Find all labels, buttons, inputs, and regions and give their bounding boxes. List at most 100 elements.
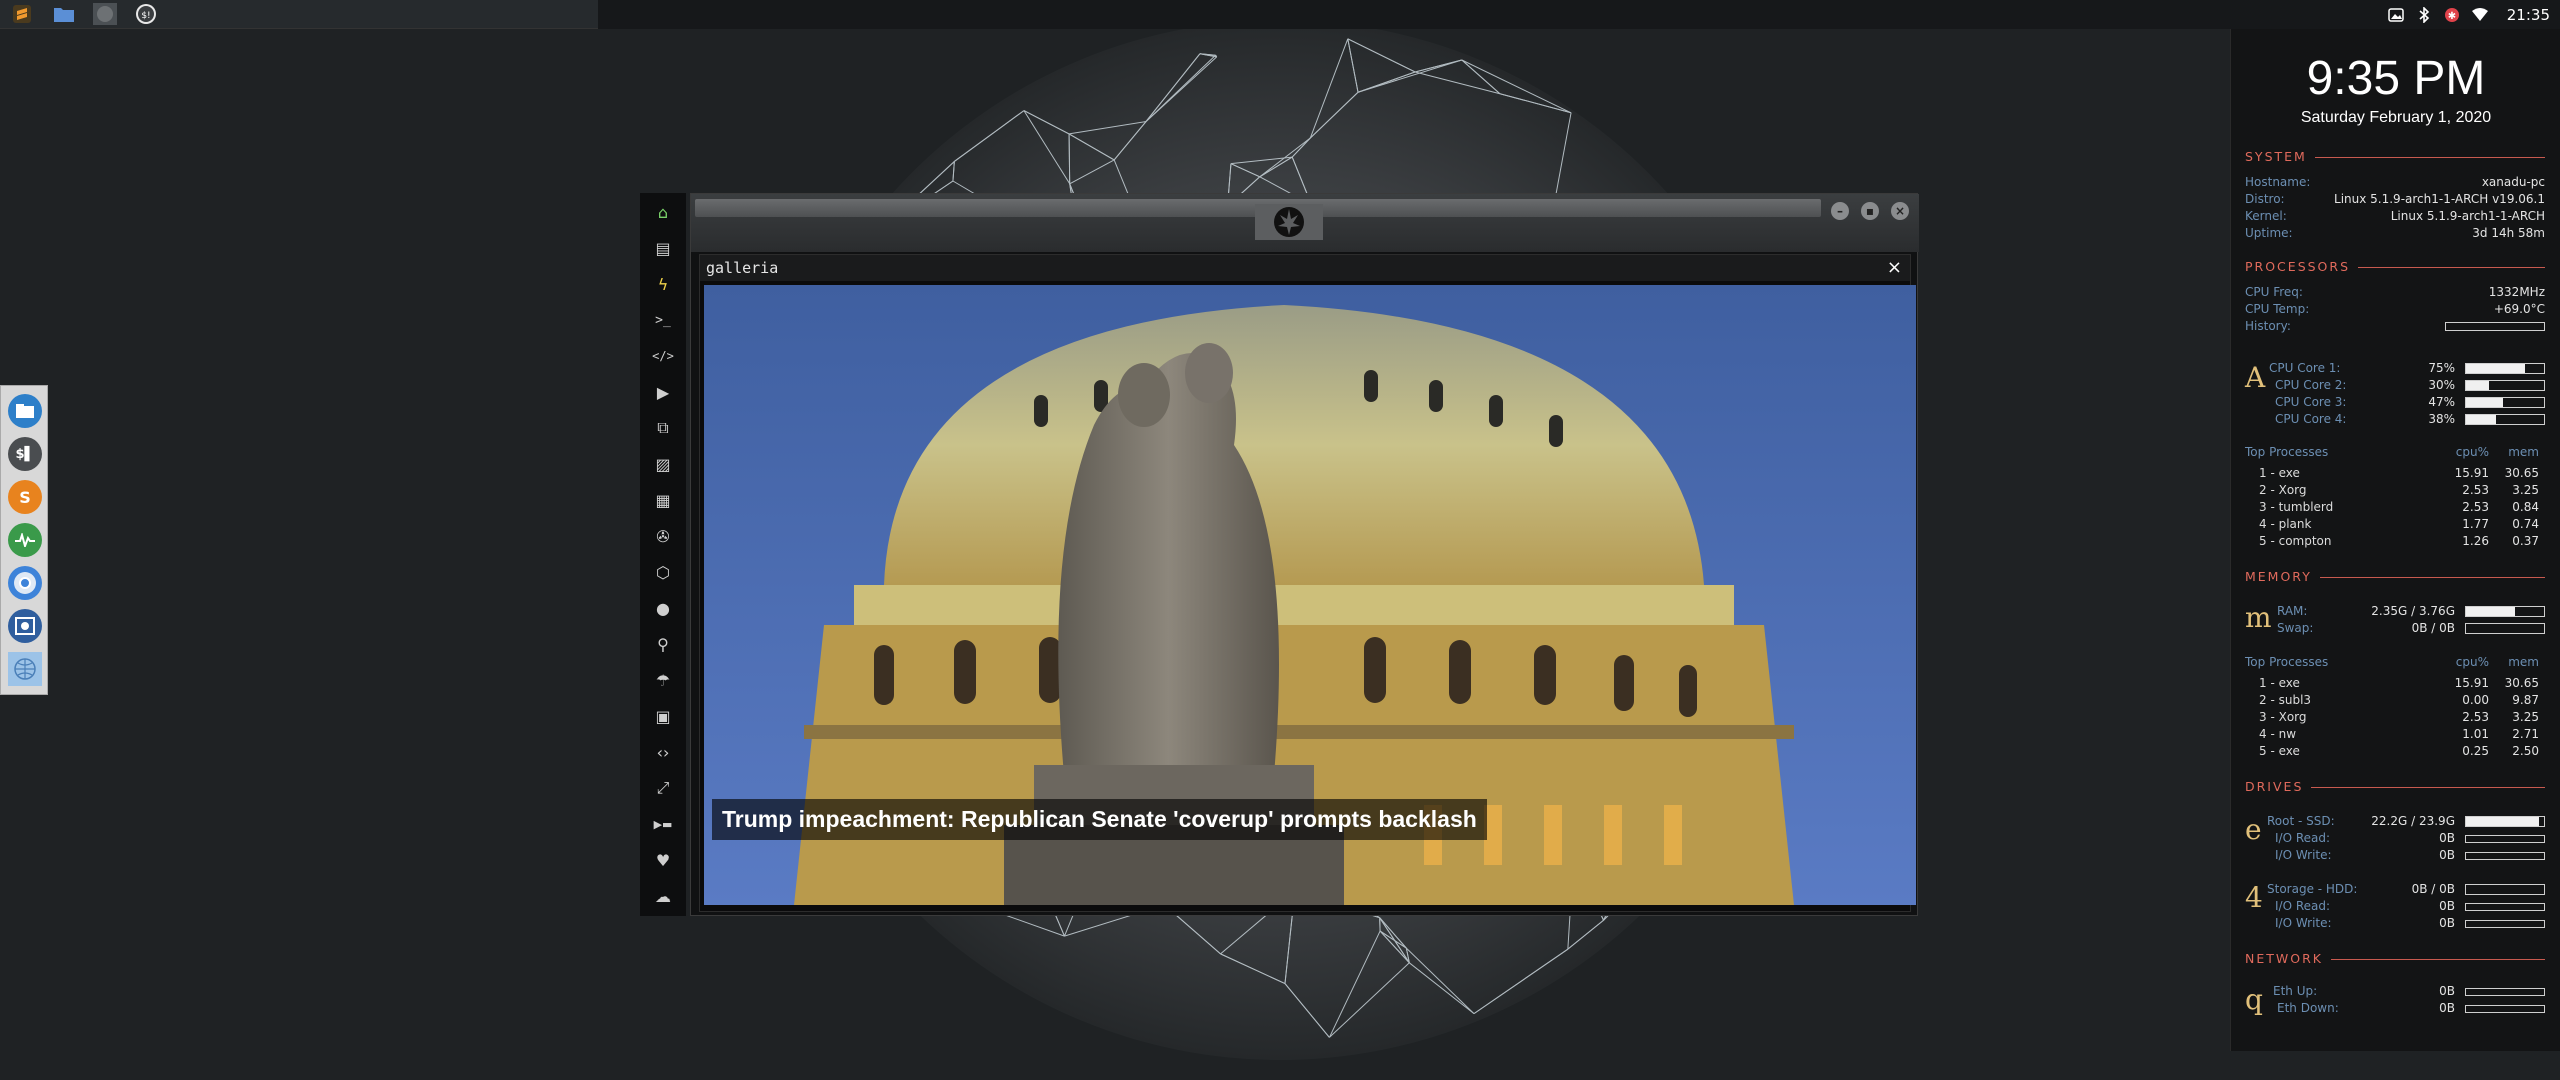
process-name: 1 - exe <box>2259 466 2300 480</box>
process-row: 4 - nw 1.01 2.71 <box>2245 727 2545 742</box>
process-name: 4 - plank <box>2259 517 2312 531</box>
umbrella-icon[interactable]: ☂ <box>640 665 686 695</box>
home-icon[interactable]: ⌂ <box>640 197 686 227</box>
search-icon[interactable]: ⚲ <box>640 629 686 659</box>
cpu-core-1-row: CPU Core 1: 75% <box>2245 361 2545 376</box>
news-headline[interactable]: Trump impeachment: Republican Senate 'co… <box>712 799 1487 840</box>
svg-text:$!: $! <box>141 11 150 21</box>
terminal-icon[interactable]: >_ <box>640 305 686 335</box>
cpu-core-2-row: CPU Core 2: 30% <box>2245 378 2545 393</box>
top-clock[interactable]: 21:35 <box>2507 6 2550 24</box>
root-drive-row: Root - SSD: 22.2G / 23.9G <box>2245 814 2545 829</box>
root-io-write-row: I/O Write: 0B <box>2245 848 2545 863</box>
process-mem: 3.25 <box>2512 710 2539 724</box>
settings-alert-icon[interactable]: ✱ <box>2443 6 2461 24</box>
process-cpu: 1.77 <box>2462 517 2489 531</box>
process-mem: 3.25 <box>2512 483 2539 497</box>
file-manager-icon[interactable] <box>52 3 76 25</box>
process-row: 5 - exe 0.25 2.50 <box>2245 744 2545 759</box>
section-system: SYSTEM <box>2245 149 2545 165</box>
sublime-text-icon[interactable]: S <box>8 480 42 514</box>
eth-up-row: Eth Up: 0B <box>2245 984 2545 999</box>
process-cpu: 0.25 <box>2462 744 2489 758</box>
sublime-text-icon[interactable] <box>10 3 34 25</box>
files-icon[interactable] <box>8 394 42 428</box>
news-photo[interactable]: Trump impeachment: Republican Senate 'co… <box>704 285 1916 905</box>
chrome-icon[interactable] <box>8 566 42 600</box>
galleria-panel: galleria × Trump impeachment: Republican… <box>699 254 1916 912</box>
translate-icon[interactable]: ⧉ <box>640 413 686 443</box>
uptime-row: Uptime: 3d 14h 58m <box>2245 226 2545 240</box>
hexagon-icon[interactable]: ⬡ <box>640 557 686 587</box>
process-row: 1 - exe 15.91 30.65 <box>2245 676 2545 691</box>
process-name: 4 - nw <box>2259 727 2297 741</box>
news-icon[interactable]: ▦ <box>640 485 686 515</box>
section-drives: DRIVES <box>2245 779 2545 795</box>
conky-date: Saturday February 1, 2020 <box>2300 109 2492 126</box>
process-name: 5 - exe <box>2259 744 2300 758</box>
process-cpu: 15.91 <box>2454 466 2489 480</box>
youtube-icon[interactable]: ▶▬ <box>640 809 686 839</box>
storage-io-write-row: I/O Write: 0B <box>2245 916 2545 931</box>
process-mem: 0.37 <box>2512 534 2539 548</box>
process-row: 5 - compton 1.26 0.37 <box>2245 534 2545 549</box>
process-row: 3 - Xorg 2.53 3.25 <box>2245 710 2545 725</box>
process-name: 2 - subl3 <box>2259 693 2312 707</box>
heart-icon[interactable]: ♥ <box>640 845 686 875</box>
process-row: 1 - exe 15.91 30.65 <box>2245 466 2545 481</box>
panel-close-button[interactable]: × <box>1887 257 1902 278</box>
root-io-read-row: I/O Read: 0B <box>2245 831 2545 846</box>
system-monitor-icon[interactable] <box>8 523 42 557</box>
process-name: 3 - Xorg <box>2259 710 2307 724</box>
panel-title: galleria <box>706 259 779 277</box>
aperture-icon[interactable]: ✇ <box>640 521 686 551</box>
contact-icon[interactable]: ▣ <box>640 701 686 731</box>
browser-window: – ▪ × galleria × Trump impeachment: Repu… <box>690 193 1919 916</box>
image-icon[interactable] <box>2387 6 2405 24</box>
process-mem: 9.87 <box>2512 693 2539 707</box>
image-icon[interactable]: ▨ <box>640 449 686 479</box>
code-brackets-icon[interactable]: ‹› <box>640 737 686 767</box>
panel-header: galleria × <box>700 255 1910 281</box>
section-memory: MEMORY <box>2245 569 2545 585</box>
bluetooth-icon[interactable] <box>2415 6 2433 24</box>
process-name: 1 - exe <box>2259 676 2300 690</box>
process-cpu: 0.00 <box>2462 693 2489 707</box>
swap-row: Swap: 0B / 0B <box>2245 621 2545 636</box>
rebel-emblem-icon <box>1255 204 1323 240</box>
kernel-row: Kernel: Linux 5.1.9-arch1-1-ARCH <box>2245 209 2545 223</box>
storage-io-read-row: I/O Read: 0B <box>2245 899 2545 914</box>
close-button[interactable]: × <box>1891 202 1909 220</box>
code-icon[interactable]: </> <box>640 341 686 371</box>
cloud-icon[interactable]: ☁ <box>640 881 686 911</box>
svg-text:✱: ✱ <box>2448 11 2456 22</box>
workspace-icon[interactable] <box>93 3 117 25</box>
hostname-row: Hostname: xanadu-pc <box>2245 175 2545 189</box>
process-row: 2 - Xorg 2.53 3.25 <box>2245 483 2545 498</box>
process-name: 3 - tumblerd <box>2259 500 2334 514</box>
ram-row: RAM: 2.35G / 3.76G <box>2245 604 2545 619</box>
document-icon[interactable]: ▤ <box>640 233 686 263</box>
cpu-core-3-row: CPU Core 3: 47% <box>2245 395 2545 410</box>
minimize-button[interactable]: – <box>1831 202 1849 220</box>
wifi-icon[interactable] <box>2471 6 2489 24</box>
process-cpu: 2.53 <box>2462 483 2489 497</box>
lightning-icon[interactable]: ϟ <box>640 269 686 299</box>
process-row: 2 - subl3 0.00 9.87 <box>2245 693 2545 708</box>
terminal-icon[interactable]: $▌ <box>8 437 42 471</box>
process-row: 4 - plank 1.77 0.74 <box>2245 517 2545 532</box>
expand-icon[interactable]: ⤢ <box>640 773 686 803</box>
play-icon[interactable]: ▶ <box>640 377 686 407</box>
globe-icon[interactable]: ● <box>640 593 686 623</box>
cpu-core-4-row: CPU Core 4: 38% <box>2245 412 2545 427</box>
process-cpu: 1.01 <box>2462 727 2489 741</box>
maximize-button[interactable]: ▪ <box>1861 202 1879 220</box>
network-icon[interactable] <box>8 652 42 686</box>
window-titlebar[interactable]: – ▪ × <box>691 194 1919 252</box>
terminal-icon[interactable]: $! <box>134 3 158 25</box>
screenshot-icon[interactable] <box>8 609 42 643</box>
process-mem: 0.84 <box>2512 500 2539 514</box>
cpu-top-header: Top Processes cpu% mem <box>2245 445 2539 459</box>
process-name: 5 - compton <box>2259 534 2332 548</box>
process-mem: 30.65 <box>2504 466 2539 480</box>
